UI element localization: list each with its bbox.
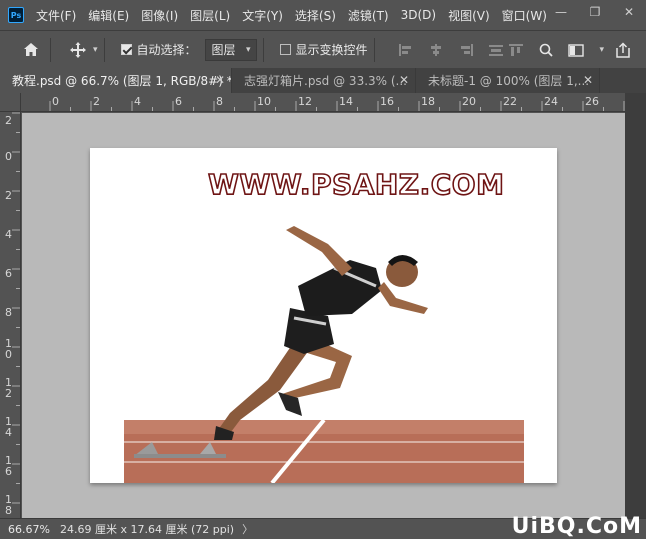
close-icon[interactable]: ✕ [583,73,593,87]
ruler-label: 0 [52,95,59,108]
menu-view[interactable]: 视图(V) [448,7,490,24]
menu-filter[interactable]: 滤镜(T) [348,7,389,24]
menu-bar: Ps 文件(F) 编辑(E) 图像(I) 图层(L) 文字(Y) 选择(S) 滤… [0,0,646,30]
auto-select-target-value: 图层 [211,43,236,57]
workspace-layout-icon[interactable] [565,39,587,61]
menu-file[interactable]: 文件(F) [36,7,76,24]
options-right-tools: ▾ [505,31,642,69]
ruler-label: 22 [503,95,517,108]
close-icon[interactable]: ✕ [399,73,409,87]
options-bar: ▾ 自动选择： 图层 ▾ 显示变换控件 ▾ [0,30,646,68]
move-tool-icon[interactable] [67,39,89,61]
ruler-label: 8 [216,95,223,108]
menu-select[interactable]: 选择(S) [295,7,336,24]
align-center-icon[interactable] [425,39,447,61]
ruler-label: 14 [339,95,353,108]
document-canvas[interactable]: WWW.PSAHZ.COM [90,148,557,483]
auto-select-label: 自动选择： [136,43,197,57]
tab-label: 教程.psd @ 66.7% (图层 1, RGB/8#) * [12,74,232,88]
chevron-down-icon: ▾ [246,44,251,55]
ruler-corner[interactable] [0,93,21,112]
auto-select-checkbox[interactable] [120,44,132,55]
ruler-label: 24 [544,95,558,108]
show-transform-checkbox[interactable] [279,44,291,55]
status-bar: 66.67% 24.69 厘米 x 17.64 厘米 (72 ppi) 〉 Ui… [0,514,646,539]
chevron-down-icon[interactable]: ▾ [599,45,604,55]
menu-edit[interactable]: 编辑(E) [88,7,129,24]
ruler-label: 0 [5,150,12,163]
ruler-label: 20 [462,95,476,108]
ruler-label: 26 [585,95,599,108]
align-tools [395,39,515,61]
menu-image[interactable]: 图像(I) [141,7,178,24]
ruler-label: 1 8 [5,493,12,517]
options-divider [50,37,51,62]
ruler-label: 1 2 [5,376,12,400]
ruler-label: 1 0 [5,337,12,361]
ruler-label: 2 [5,114,12,127]
close-icon[interactable]: ✕ [215,73,225,87]
close-window-button[interactable]: ✕ [612,0,646,24]
photoshop-logo-icon: Ps [8,7,24,23]
chevron-down-icon[interactable]: ▾ [93,45,98,55]
tab-jiaocheng[interactable]: 教程.psd @ 66.7% (图层 1, RGB/8#) * ✕ [0,68,232,93]
tab-label: 未标题-1 @ 100% (图层 1,... [428,74,590,88]
ruler-label: 2 [93,95,100,108]
vertical-scrollbar[interactable] [625,93,646,518]
tab-label: 志强灯箱片.psd @ 33.3% (... [244,74,407,88]
vertical-ruler[interactable]: 2 0 2 4 6 8 1 0 1 2 1 4 1 6 1 8 [0,112,21,518]
status-info-arrow-icon[interactable]: 〉 [242,521,253,537]
menu-3d[interactable]: 3D(D) [401,8,436,22]
window-controls: — ❐ ✕ [544,0,646,30]
ruler-label: 8 [5,306,12,319]
align-top-icon[interactable] [505,39,527,61]
tab-untitled[interactable]: 未标题-1 @ 100% (图层 1,... ✕ [416,68,600,93]
options-divider [103,37,105,62]
menu-layer[interactable]: 图层(L) [190,7,230,24]
menu-window[interactable]: 窗口(W) [502,7,547,24]
home-icon[interactable] [18,37,44,63]
ruler-label: 18 [421,95,435,108]
document-info: 24.69 厘米 x 17.64 厘米 (72 ppi) [60,523,235,536]
document-workspace[interactable]: WWW.PSAHZ.COM [22,113,625,518]
ruler-label: 4 [5,228,12,241]
document-tabs: 教程.psd @ 66.7% (图层 1, RGB/8#) * ✕ 志强灯箱片.… [0,68,646,93]
auto-select-target-dropdown[interactable]: 图层 ▾ [204,38,257,61]
restore-button[interactable]: ❐ [578,0,612,24]
ruler-label: 12 [298,95,312,108]
ruler-label: 10 [257,95,271,108]
ruler-label: 6 [5,267,12,280]
search-icon[interactable] [535,39,557,61]
ruler-label: 6 [175,95,182,108]
share-icon[interactable] [612,39,634,61]
show-transform-label: 显示变换控件 [295,43,368,57]
tab-zhiqiang[interactable]: 志强灯箱片.psd @ 33.3% (... ✕ [232,68,416,93]
site-watermark: UiBQ.CoM [511,514,642,539]
ruler-label: 1 6 [5,454,12,478]
menu-type[interactable]: 文字(Y) [242,7,283,24]
options-divider [262,37,264,62]
horizontal-ruler[interactable]: 2 0 2 4 6 8 10 12 14 16 18 20 22 24 26 [21,93,625,112]
align-left-icon[interactable] [395,39,417,61]
distribute-icon[interactable] [485,39,507,61]
zoom-level-field[interactable]: 66.67% [4,521,54,538]
ruler-label: 1 4 [5,415,12,439]
sprinter-figure [214,226,428,440]
ruler-ticks [49,101,625,111]
ruler-label: 2 [5,189,12,202]
ruler-label: 16 [380,95,394,108]
ruler-label: 4 [134,95,141,108]
align-right-icon[interactable] [455,39,477,61]
options-divider [373,37,375,62]
minimize-button[interactable]: — [544,0,578,24]
